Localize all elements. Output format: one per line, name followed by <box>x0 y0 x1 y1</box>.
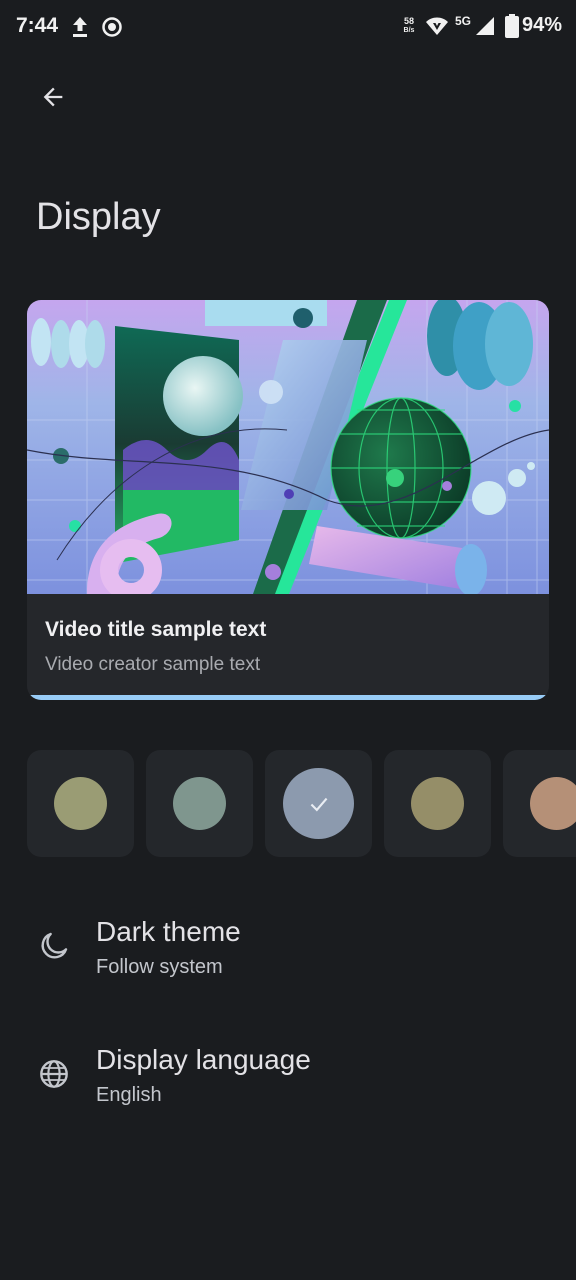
upload-icon <box>73 17 87 37</box>
video-progress-bar <box>27 695 549 700</box>
setting-dark-theme[interactable]: Dark theme Follow system <box>0 900 576 1000</box>
swatch-color-1 <box>54 777 107 830</box>
video-creator: Video creator sample text <box>45 654 261 675</box>
setting-summary: English <box>96 1084 162 1106</box>
back-button[interactable] <box>30 74 76 120</box>
check-icon <box>310 797 327 812</box>
setting-title: Display language <box>96 1044 311 1075</box>
wifi-icon <box>426 17 448 35</box>
network-type: 5G <box>455 14 472 28</box>
page-title: Display <box>36 196 161 238</box>
swatch-color-2 <box>173 777 226 830</box>
status-time: 7:44 <box>16 14 59 37</box>
color-swatch-2[interactable] <box>146 750 253 857</box>
battery-percent: 94% <box>522 14 563 36</box>
globe-icon <box>40 1060 68 1088</box>
video-title: Video title sample text <box>45 618 267 641</box>
cell-signal-icon <box>476 17 494 35</box>
preview-illustration <box>27 300 549 594</box>
swatch-color-5 <box>530 777 576 830</box>
swatch-color-3 <box>283 768 354 839</box>
moon-icon <box>41 932 68 959</box>
arrow-back-icon <box>43 87 63 107</box>
color-swatch-1[interactable] <box>27 750 134 857</box>
setting-display-language[interactable]: Display language English <box>0 1028 576 1128</box>
net-speed-value: 58 <box>403 16 414 26</box>
net-speed: 58 B/s <box>398 16 420 36</box>
status-bar: 7:44 58 B/s 5G 94% <box>0 0 576 54</box>
net-speed-unit: B/s <box>403 27 415 34</box>
color-swatch-4[interactable] <box>384 750 491 857</box>
color-swatch-5[interactable] <box>503 750 576 857</box>
color-swatch-3[interactable] <box>265 750 372 857</box>
battery-icon <box>505 14 519 38</box>
setting-title: Dark theme <box>96 916 241 947</box>
swatch-color-4 <box>411 777 464 830</box>
setting-summary: Follow system <box>96 956 223 978</box>
preview-card: Video title sample text Video creator sa… <box>27 300 549 700</box>
screen-record-icon <box>102 17 122 37</box>
